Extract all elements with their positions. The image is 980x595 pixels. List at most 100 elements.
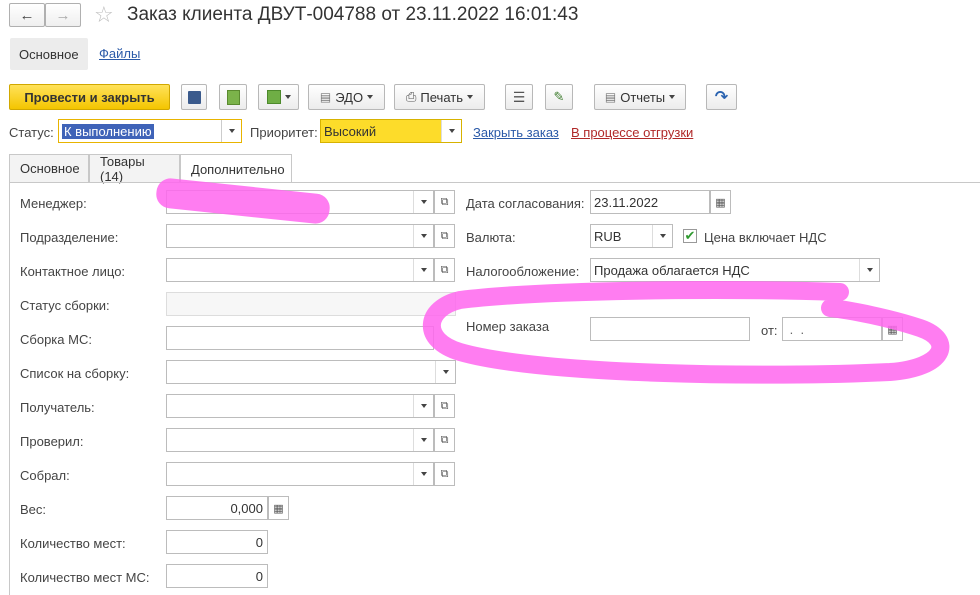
open-icon[interactable]: ⧉ — [434, 428, 455, 452]
pen-icon: ✎ — [553, 89, 565, 104]
chevron-down-icon[interactable] — [413, 191, 433, 213]
department-field[interactable] — [166, 224, 434, 248]
places-value: 0 — [255, 534, 263, 550]
weight-label: Вес: — [20, 502, 47, 517]
currency-value: RUB — [594, 228, 622, 244]
places-ms-label: Количество мест МС: — [20, 570, 150, 585]
weight-value: 0,000 — [230, 500, 263, 516]
assembly-list-field[interactable] — [166, 360, 456, 384]
vat-label: Цена включает НДС — [704, 230, 827, 245]
status-value: К выполнению — [62, 123, 154, 139]
chevron-down-icon — [284, 95, 291, 99]
open-icon[interactable]: ⧉ — [434, 190, 455, 214]
priority-label: Приоритет: — [250, 125, 318, 140]
status-select[interactable]: К выполнению — [58, 119, 242, 143]
reports-button[interactable]: ▤ Отчеты — [594, 84, 686, 110]
chevron-down-icon — [467, 95, 473, 99]
assembled-field[interactable] — [166, 462, 434, 486]
print-button[interactable]: ⎙ Печать — [394, 84, 485, 110]
journal-button[interactable]: ☰ — [505, 84, 533, 110]
tab-panel-border — [9, 182, 980, 183]
arrow-left-icon: ← — [19, 6, 35, 24]
chevron-down-icon[interactable] — [413, 259, 433, 281]
sign-button[interactable]: ✎ — [545, 84, 573, 110]
tab-main[interactable]: Основное — [10, 38, 88, 70]
priority-select[interactable]: Высокий — [320, 119, 462, 143]
tab-form-additional[interactable]: Дополнительно — [180, 154, 292, 183]
highlight-stroke — [154, 176, 332, 226]
receiver-label: Получатель: — [20, 400, 95, 415]
assembly-ms-label: Сборка МС: — [20, 332, 92, 347]
arrow-right-icon: → — [55, 6, 71, 24]
contact-label: Контактное лицо: — [20, 264, 126, 279]
chevron-down-icon[interactable] — [652, 225, 672, 247]
page-title: Заказ клиента ДВУТ-004788 от 23.11.2022 … — [127, 4, 579, 25]
edo-button[interactable]: ▤ ЭДО — [308, 84, 385, 110]
chevron-down-icon — [669, 95, 676, 99]
printer-icon: ⎙ — [406, 89, 417, 104]
vat-checkbox[interactable]: ✔ — [683, 229, 697, 243]
highlight-ellipse — [422, 281, 950, 384]
chevron-down-icon[interactable] — [413, 225, 433, 247]
assembly-ms-field[interactable] — [166, 326, 434, 350]
agree-date-label: Дата согласования: — [466, 196, 585, 211]
floppy-icon — [187, 90, 201, 104]
reports-label: Отчеты — [620, 89, 666, 105]
taxation-field[interactable]: Продажа облагается НДС — [590, 258, 880, 282]
back-button[interactable]: ← — [9, 3, 45, 27]
chevron-down-icon[interactable] — [413, 429, 433, 451]
create-based-icon — [266, 90, 281, 104]
chevron-down-icon[interactable] — [441, 120, 461, 142]
open-icon[interactable]: ⧉ — [434, 258, 455, 282]
open-icon[interactable]: ⧉ — [434, 224, 455, 248]
assembled-label: Собрал: — [20, 468, 70, 483]
post-and-close-button[interactable]: Провести и закрыть — [9, 84, 170, 110]
open-icon[interactable]: ⧉ — [434, 462, 455, 486]
tab-files[interactable]: Файлы — [90, 38, 149, 70]
places-ms-field[interactable]: 0 — [166, 564, 268, 588]
priority-value: Высокий — [324, 123, 377, 139]
places-ms-value: 0 — [255, 568, 263, 584]
assembly-list-label: Список на сборку: — [20, 366, 130, 381]
tab-panel-left-border — [9, 182, 10, 595]
chevron-down-icon[interactable] — [221, 120, 241, 142]
status-label: Статус: — [9, 125, 54, 140]
chevron-down-icon[interactable] — [413, 395, 433, 417]
redo-arrow-icon: ↷ — [714, 89, 729, 106]
taxation-label: Налогообложение: — [466, 264, 580, 279]
star-icon[interactable]: ☆ — [94, 2, 114, 28]
assembly-status-field — [166, 292, 456, 316]
edo-label: ЭДО — [335, 89, 364, 105]
receiver-field[interactable] — [166, 394, 434, 418]
post-button[interactable] — [219, 84, 247, 110]
checked-field[interactable] — [166, 428, 434, 452]
create-based-on-button[interactable] — [258, 84, 299, 110]
tab-form-main[interactable]: Основное — [9, 154, 89, 182]
calculator-icon[interactable]: ▦ — [268, 496, 289, 520]
chevron-down-icon[interactable] — [859, 259, 879, 281]
forward-button[interactable]: → — [45, 3, 81, 27]
calendar-icon[interactable]: ▦ — [710, 190, 731, 214]
currency-field[interactable]: RUB — [590, 224, 673, 248]
places-label: Количество мест: — [20, 536, 126, 551]
open-icon[interactable]: ⧉ — [434, 394, 455, 418]
manager-label: Менеджер: — [20, 196, 87, 211]
places-field[interactable]: 0 — [166, 530, 268, 554]
go-button[interactable]: ↷ — [706, 84, 737, 110]
chevron-down-icon — [367, 95, 374, 99]
assembly-status-label: Статус сборки: — [20, 298, 110, 313]
contact-field[interactable] — [166, 258, 434, 282]
agree-date-value: 23.11.2022 — [594, 194, 659, 210]
agree-date-field[interactable]: 23.11.2022 — [590, 190, 710, 214]
checked-label: Проверил: — [20, 434, 84, 449]
save-button[interactable] — [181, 84, 207, 110]
close-order-link[interactable]: Закрыть заказ — [473, 125, 559, 140]
print-label: Печать — [420, 89, 463, 105]
department-label: Подразделение: — [20, 230, 119, 245]
taxation-value: Продажа облагается НДС — [594, 262, 750, 278]
weight-field[interactable]: 0,000 — [166, 496, 268, 520]
reports-icon: ▤ — [604, 90, 617, 104]
shipping-status-link[interactable]: В процессе отгрузки — [571, 125, 693, 140]
chevron-down-icon[interactable] — [413, 463, 433, 485]
list-icon: ☰ — [512, 88, 526, 105]
